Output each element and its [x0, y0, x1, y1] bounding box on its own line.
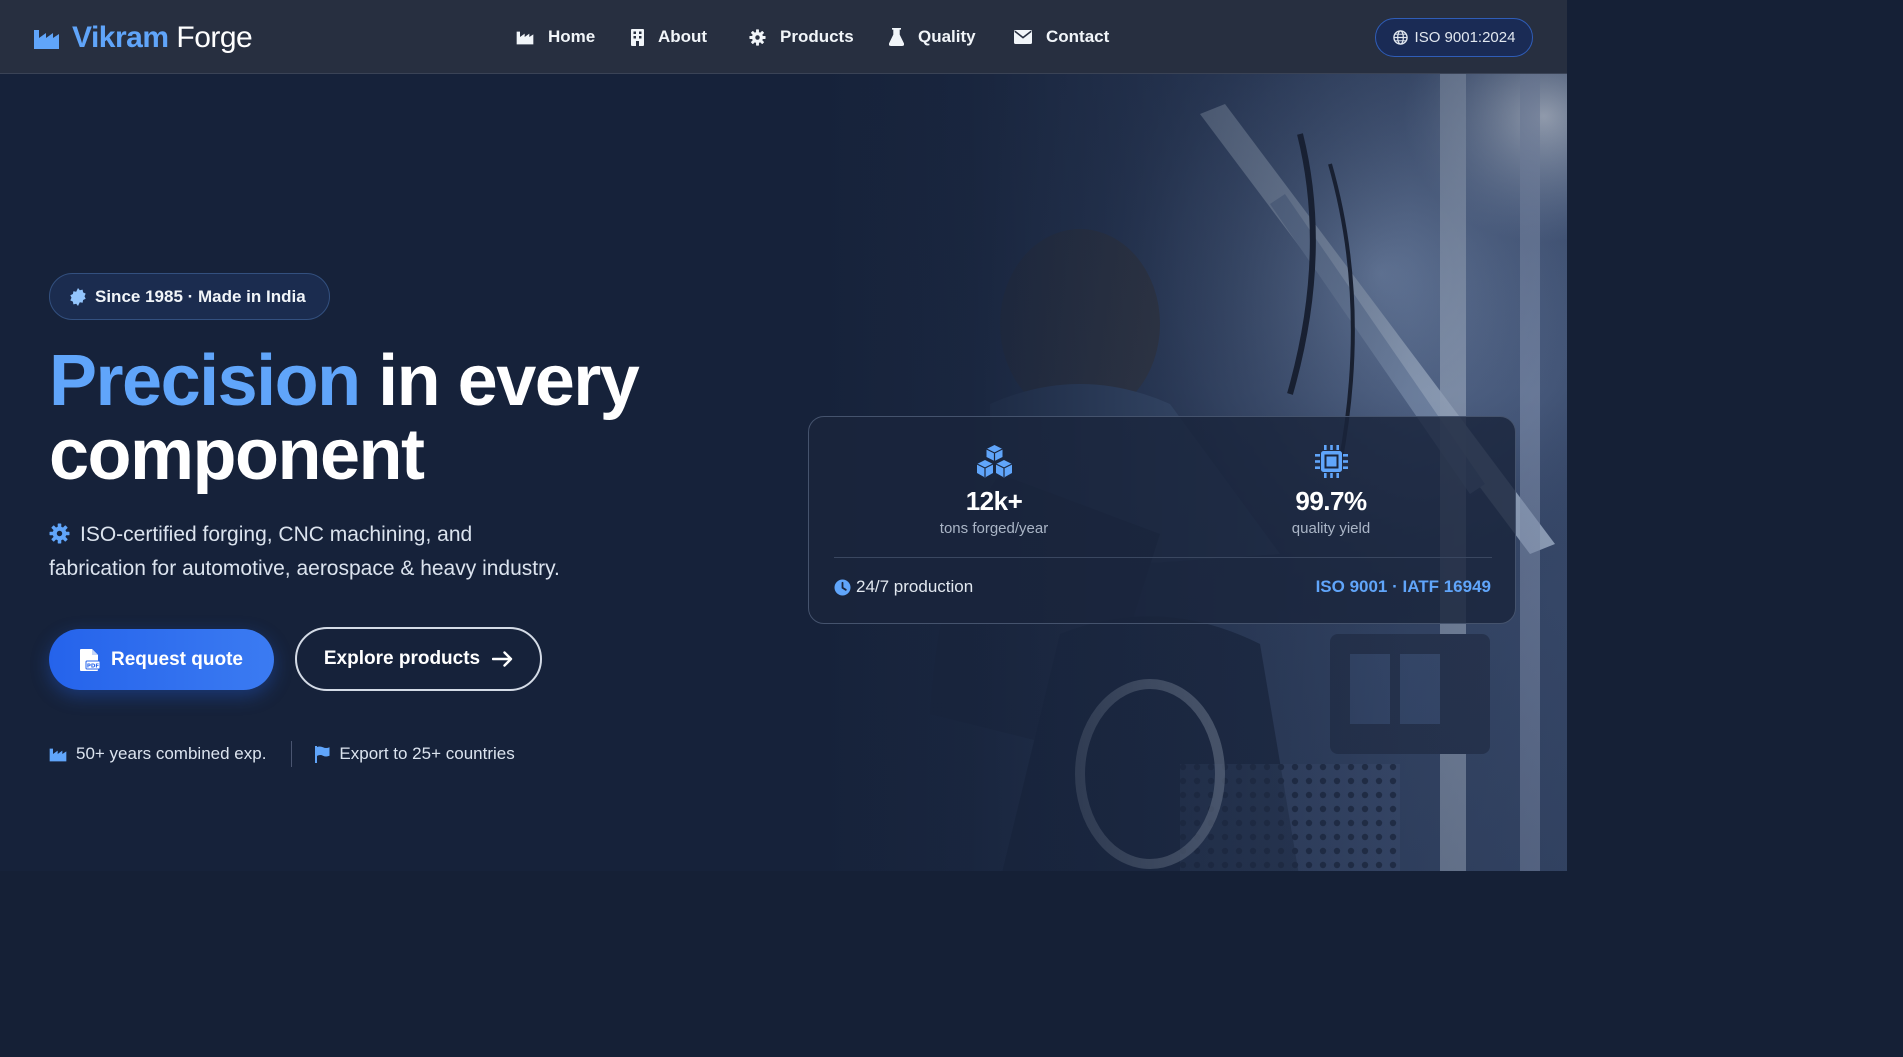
trust-export-label: Export to 25+ countries: [339, 744, 515, 763]
trust-item-experience: 50+ years combined exp.: [49, 744, 266, 764]
microchip-icon: [1314, 445, 1348, 478]
hero-headline: Precision in every component: [49, 344, 769, 492]
trust-indicators: 50+ years combined exp. Export to 25+ co…: [49, 741, 515, 767]
production-status-label: 24/7 production: [856, 577, 974, 596]
since-badge-label: Since 1985 · Made in India: [95, 286, 306, 306]
clock-icon: [834, 579, 851, 595]
nav-contact-label: Contact: [1046, 27, 1110, 46]
trust-experience-label: 50+ years combined exp.: [76, 744, 267, 763]
nav-products-label: Products: [780, 27, 854, 46]
nav-about-label: About: [658, 27, 708, 46]
factory-icon: [516, 31, 534, 45]
flag-icon: [315, 745, 330, 763]
nav-quality-label: Quality: [918, 27, 976, 46]
gear-icon: [749, 28, 766, 46]
gear-icon: [49, 523, 70, 544]
arrow-right-icon: [492, 651, 513, 667]
nav-contact[interactable]: Contact: [1014, 24, 1109, 50]
brand-logo[interactable]: Vikram Forge: [33, 20, 253, 56]
stat-yield-value: 99.7%: [1295, 486, 1367, 516]
stat-yield-label: quality yield: [1291, 520, 1371, 537]
headline-line1-rest: in every: [378, 341, 640, 421]
file-pdf-icon: PDF: [80, 648, 101, 671]
certificate-icon: [70, 287, 86, 306]
production-status: 24/7 production: [834, 577, 973, 597]
nav-products[interactable]: Products: [749, 24, 854, 50]
hero-subtext: ISO-certified forging, CNC machining, an…: [49, 518, 649, 586]
brand-name-rest: Forge: [176, 21, 253, 54]
stat-tons-label: tons forged/year: [939, 520, 1049, 537]
trust-item-export: Export to 25+ countries: [315, 744, 515, 764]
stats-card-divider: [834, 557, 1492, 558]
nav-home[interactable]: Home: [516, 24, 595, 50]
subtext-line2: fabrication for automotive, aerospace & …: [49, 557, 560, 580]
certifications-label: ISO 9001 · IATF 16949: [1315, 577, 1491, 596]
explore-products-button[interactable]: Explore products: [295, 627, 542, 691]
trust-divider: [291, 741, 293, 767]
subtext-line1: ISO-certified forging, CNC machining, an…: [80, 523, 473, 546]
explore-products-label: Explore products: [323, 648, 481, 669]
nav-about[interactable]: About: [631, 24, 707, 50]
stats-card: 12k+ tons forged/year 99.7% quality yiel…: [808, 416, 1516, 624]
top-navbar: Vikram Forge Home About Products Quality…: [0, 0, 1567, 74]
stat-tons: 12k+ tons forged/year: [864, 445, 1124, 538]
envelope-icon: [1014, 30, 1032, 44]
cubes-icon: [976, 445, 1012, 478]
globe-icon: [1392, 30, 1408, 45]
brand-name-accent: Vikram: [72, 21, 169, 54]
iso-cert-badge[interactable]: ISO 9001:2024: [1375, 18, 1533, 57]
request-quote-button[interactable]: PDF Request quote: [49, 629, 274, 690]
factory-icon: [49, 748, 67, 762]
nav-home-label: Home: [548, 27, 596, 46]
headline-line2: component: [49, 415, 425, 495]
flask-icon: [889, 28, 904, 46]
since-badge: Since 1985 · Made in India: [49, 273, 330, 320]
building-icon: [631, 28, 644, 46]
brand-name: Vikram Forge: [72, 20, 253, 56]
nav-quality[interactable]: Quality: [889, 24, 976, 50]
factory-icon: [34, 30, 59, 49]
stat-yield: 99.7% quality yield: [1201, 445, 1461, 538]
svg-text:PDF: PDF: [87, 663, 100, 669]
iso-cert-label: ISO 9001:2024: [1414, 29, 1516, 46]
stat-tons-value: 12k+: [965, 486, 1023, 516]
request-quote-label: Request quote: [111, 648, 243, 670]
headline-highlight: Precision: [49, 341, 361, 421]
